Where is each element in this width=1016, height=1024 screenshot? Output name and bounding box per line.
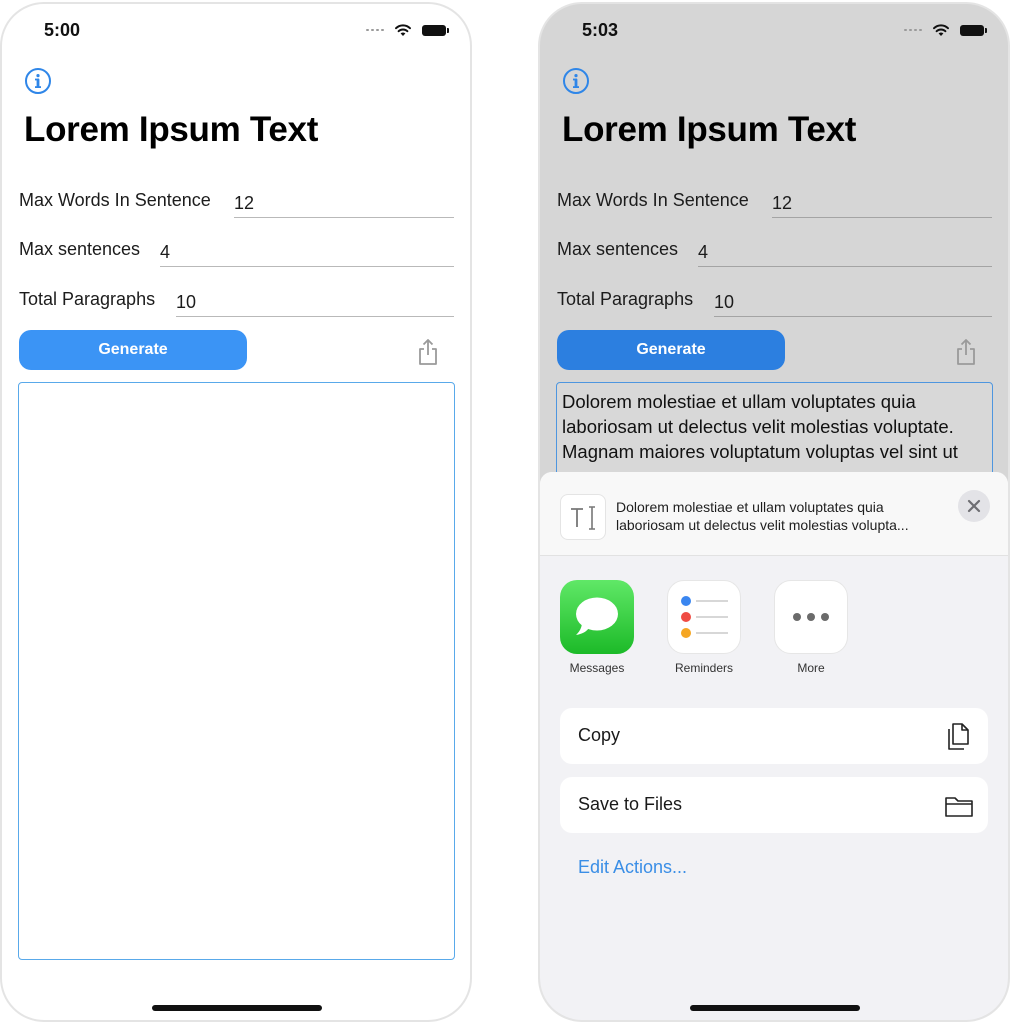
reminders-icon — [667, 580, 741, 654]
max-words-row: Max Words In Sentence — [19, 184, 454, 224]
save-to-files-label: Save to Files — [578, 794, 683, 814]
cellular-signal-icon — [904, 29, 922, 31]
phone-screen-share-sheet: 5:03 Lorem Ipsum Text Max Words In Sente… — [538, 2, 1010, 1022]
max-sentences-label: Max sentences — [557, 239, 679, 259]
close-icon — [967, 499, 981, 513]
output-text-area[interactable] — [18, 382, 455, 960]
edit-actions-link[interactable]: Edit Actions... — [578, 857, 687, 878]
messages-icon — [560, 580, 634, 654]
max-sentences-label: Max sentences — [19, 239, 141, 259]
total-paragraphs-input[interactable] — [176, 283, 454, 317]
save-to-files-action[interactable]: Save to Files — [560, 777, 988, 833]
share-sheet: Dolorem molestiae et ullam voluptates qu… — [540, 472, 1008, 1020]
home-indicator[interactable] — [690, 1005, 860, 1011]
share-app-more[interactable]: More — [767, 580, 855, 675]
phone-screen-generator: 5:00 Lorem Ipsum Text Max Words In Sente… — [0, 2, 472, 1022]
max-sentences-input[interactable] — [698, 233, 992, 267]
total-paragraphs-label: Total Paragraphs — [19, 289, 156, 309]
total-paragraphs-row: Total Paragraphs — [557, 283, 992, 323]
share-app-label: Reminders — [674, 661, 734, 675]
max-sentences-row: Max sentences — [557, 233, 992, 273]
generate-button[interactable]: Generate — [557, 330, 785, 370]
total-paragraphs-label: Total Paragraphs — [557, 289, 694, 309]
info-icon[interactable] — [24, 67, 52, 95]
more-icon — [774, 580, 848, 654]
cellular-signal-icon — [366, 29, 384, 31]
share-app-label: Messages — [569, 661, 625, 675]
battery-icon — [422, 24, 449, 36]
status-time: 5:00 — [44, 20, 81, 40]
share-app-label: More — [797, 661, 825, 675]
page-title: Lorem Ipsum Text — [562, 110, 857, 149]
copy-action[interactable]: Copy — [560, 708, 988, 764]
folder-icon — [945, 797, 973, 817]
share-app-messages[interactable]: Messages — [553, 580, 641, 675]
text-document-icon — [560, 494, 606, 540]
max-words-label: Max Words In Sentence — [557, 190, 749, 210]
share-icon[interactable] — [954, 338, 978, 366]
close-button[interactable] — [958, 490, 990, 522]
max-sentences-row: Max sentences — [19, 233, 454, 273]
max-words-input[interactable] — [772, 184, 992, 218]
max-words-row: Max Words In Sentence — [557, 184, 992, 224]
share-icon[interactable] — [416, 338, 440, 366]
share-preview-line-1: Dolorem molestiae et ullam voluptates qu… — [616, 499, 884, 515]
copy-action-label: Copy — [578, 725, 621, 745]
copy-icon — [948, 723, 969, 750]
wifi-icon — [395, 24, 411, 36]
share-sheet-header: Dolorem molestiae et ullam voluptates qu… — [540, 472, 1008, 556]
total-paragraphs-input[interactable] — [714, 283, 992, 317]
wifi-icon — [933, 24, 949, 36]
status-time: 5:03 — [582, 20, 619, 40]
max-sentences-input[interactable] — [160, 233, 454, 267]
info-icon[interactable] — [562, 67, 590, 95]
home-indicator[interactable] — [152, 1005, 322, 1011]
share-preview-text: Dolorem molestiae et ullam voluptates qu… — [616, 498, 956, 534]
total-paragraphs-row: Total Paragraphs — [19, 283, 454, 323]
status-bar-icons — [904, 22, 987, 38]
share-preview-line-2: laboriosam ut delectus velit molestias v… — [616, 517, 909, 533]
status-bar-icons — [366, 22, 449, 38]
battery-icon — [960, 24, 987, 36]
generate-button[interactable]: Generate — [19, 330, 247, 370]
max-words-input[interactable] — [234, 184, 454, 218]
page-title: Lorem Ipsum Text — [24, 110, 319, 149]
share-app-reminders[interactable]: Reminders — [660, 580, 748, 675]
max-words-label: Max Words In Sentence — [19, 190, 211, 210]
